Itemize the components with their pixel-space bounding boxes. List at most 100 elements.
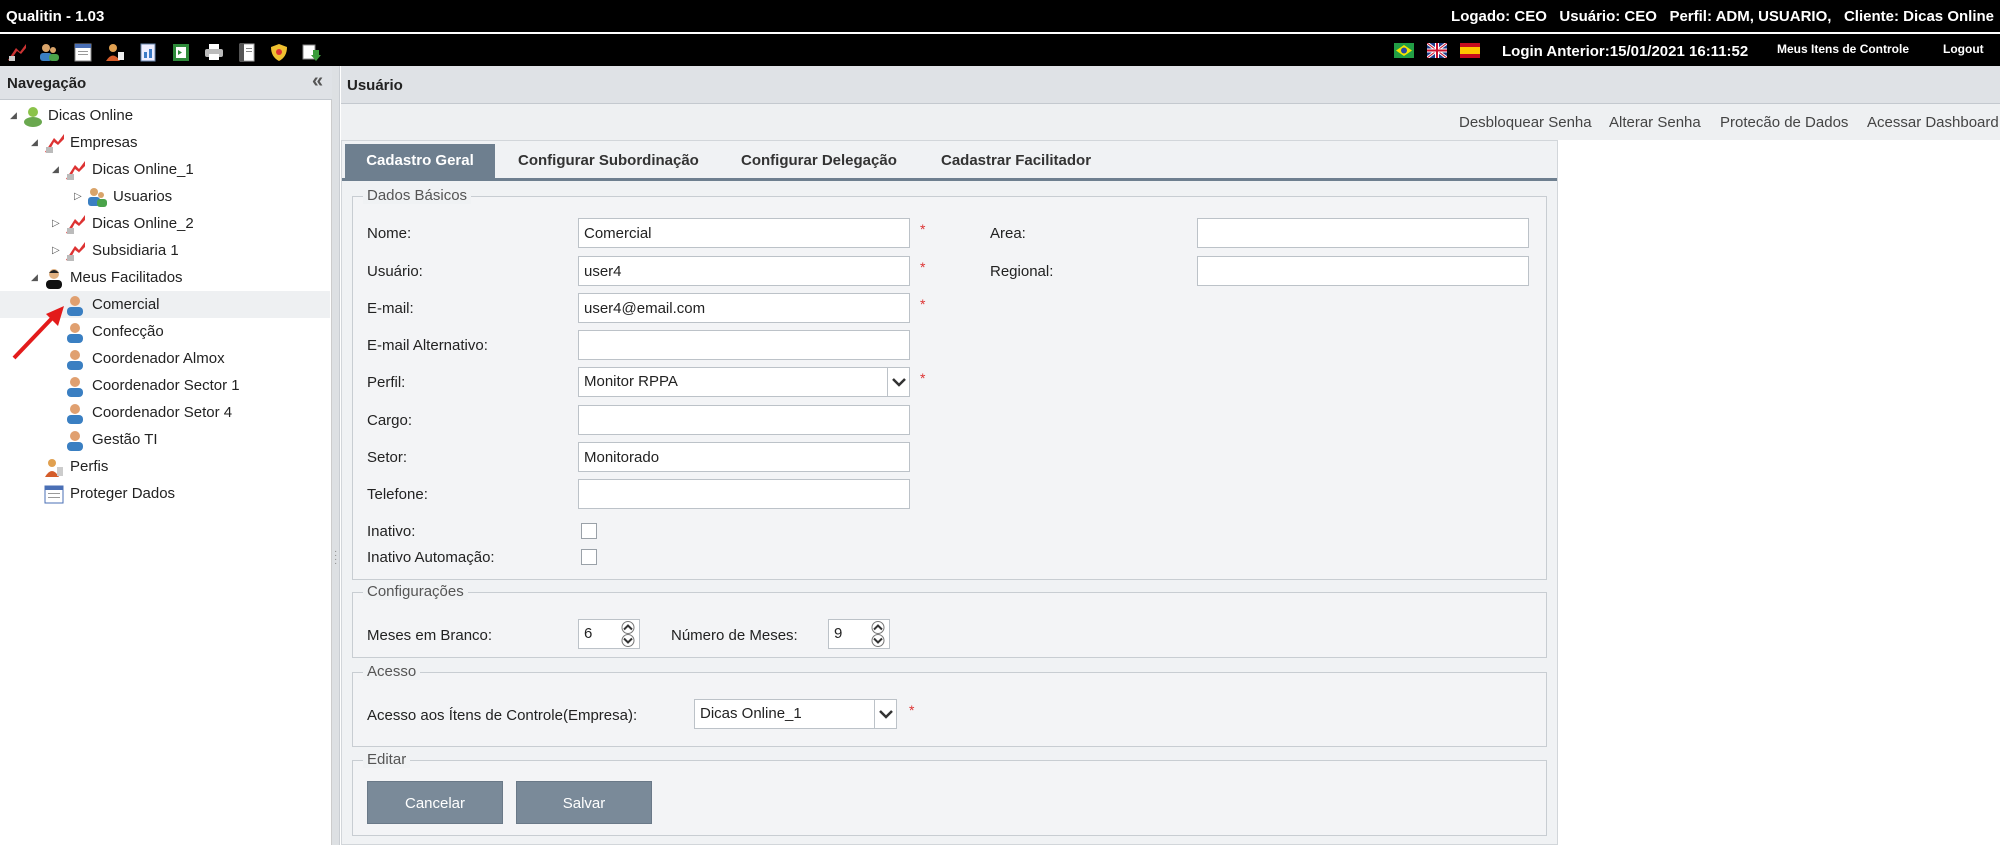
- regional-label: Regional:: [990, 263, 1054, 280]
- tab-configurar-subordinacao[interactable]: Configurar Subordinação: [518, 144, 699, 178]
- setor-field[interactable]: [578, 442, 910, 472]
- collapse-arrow-icon[interactable]: ◢: [31, 129, 38, 156]
- cliente-value: Dicas Online: [1903, 8, 1994, 25]
- inativo-automacao-checkbox[interactable]: [581, 549, 597, 565]
- tab-cadastrar-facilitador[interactable]: Cadastrar Facilitador: [941, 144, 1091, 178]
- save-button[interactable]: Salvar: [516, 781, 652, 824]
- tree-label: Coordenador Sector 1: [92, 377, 240, 394]
- telefone-field[interactable]: [578, 479, 910, 509]
- acesso-itens-select[interactable]: Dicas Online_1: [694, 699, 897, 729]
- tab-configurar-delegacao[interactable]: Configurar Delegação: [741, 144, 897, 178]
- manual-icon[interactable]: [236, 42, 258, 62]
- panel-splitter[interactable]: · · · ·: [332, 66, 340, 845]
- acessar-dashboard-link[interactable]: Acessar Dashboard: [1867, 114, 1999, 131]
- alterar-senha-link[interactable]: Alterar Senha: [1609, 114, 1701, 131]
- profiles-icon: [45, 459, 63, 477]
- expand-arrow-icon[interactable]: ▷: [52, 210, 60, 237]
- fieldset-editar: Editar Cancelar Salvar: [352, 751, 1547, 836]
- tab-cadastro-geral[interactable]: Cadastro Geral: [345, 144, 495, 178]
- companies-icon[interactable]: [6, 42, 28, 62]
- tree-label: Confecção: [92, 323, 164, 340]
- legend-dados-basicos: Dados Básicos: [363, 187, 472, 204]
- print-icon[interactable]: [203, 42, 225, 62]
- tree-node-dicas-online-2[interactable]: ▷ Dicas Online_2: [0, 210, 330, 237]
- company-icon: [66, 161, 85, 180]
- tree-node-usuarios[interactable]: ▷ Usuarios: [0, 183, 330, 210]
- usuario-label: Usuário:: [1559, 8, 1621, 25]
- meses-branco-stepper[interactable]: 6: [578, 619, 640, 649]
- expand-arrow-icon[interactable]: ▷: [52, 237, 60, 264]
- stepper-buttons[interactable]: [617, 620, 639, 648]
- inativo-checkbox[interactable]: [581, 523, 597, 539]
- fieldset-configuracoes: Configurações Meses em Branco: 6 Número …: [352, 583, 1547, 658]
- tree-node-proteger-dados[interactable]: Proteger Dados: [0, 480, 330, 507]
- tree-label: Coordenador Setor 4: [92, 404, 233, 421]
- area-label: Area:: [990, 225, 1026, 242]
- stepper-buttons[interactable]: [867, 620, 889, 648]
- navigation-panel: Navegação « ◢ Dicas Online ◢ Empresas ◢ …: [0, 66, 332, 845]
- protecao-dados-link[interactable]: Protecão de Dados: [1720, 114, 1848, 131]
- tab-strip: Cadastro Geral Configurar Subordinação C…: [342, 141, 1557, 181]
- users-icon[interactable]: [38, 42, 60, 62]
- collapse-arrow-icon[interactable]: ◢: [31, 264, 38, 291]
- regional-field[interactable]: [1197, 256, 1529, 286]
- tree-node-meus-facilitados[interactable]: ◢ Meus Facilitados: [0, 264, 330, 291]
- usuario-field[interactable]: [578, 256, 910, 286]
- legend-configuracoes: Configurações: [363, 583, 468, 600]
- collapse-icon[interactable]: «: [312, 70, 323, 93]
- spain-flag-icon[interactable]: [1460, 43, 1480, 58]
- cancel-button[interactable]: Cancelar: [367, 781, 503, 824]
- splitter-grip-icon[interactable]: · · · ·: [334, 547, 337, 569]
- collapse-arrow-icon[interactable]: ◢: [52, 156, 59, 183]
- usuario-value: CEO: [1624, 8, 1657, 25]
- red-arrow-annotation: [12, 306, 64, 360]
- tree-label: Proteger Dados: [70, 485, 176, 502]
- setor-label: Setor:: [367, 449, 408, 466]
- tree-node-dicas-online[interactable]: ◢ Dicas Online: [0, 102, 330, 129]
- tree-label: Gestão TI: [92, 431, 158, 448]
- numero-meses-stepper[interactable]: 9: [828, 619, 890, 649]
- tree-node-subsidiaria-1[interactable]: ▷ Subsidiaria 1: [0, 237, 330, 264]
- email-alternativo-field[interactable]: [578, 330, 910, 360]
- tree-node-gestao-ti[interactable]: Gestão TI: [0, 426, 330, 453]
- required-marker: *: [920, 370, 926, 386]
- area-field[interactable]: [1197, 218, 1529, 248]
- calendar-icon[interactable]: [72, 42, 94, 62]
- tree-node-coordenador-sector-1[interactable]: Coordenador Sector 1: [0, 372, 330, 399]
- tree-label: Meus Facilitados: [70, 269, 183, 286]
- logado-value: CEO: [1514, 8, 1547, 25]
- nome-field[interactable]: [578, 218, 910, 248]
- tree-node-perfis[interactable]: Perfis: [0, 453, 330, 480]
- tree-node-dicas-online-1[interactable]: ◢ Dicas Online_1: [0, 156, 330, 183]
- download-icon[interactable]: [300, 42, 322, 62]
- tree-node-coordenador-setor-4[interactable]: Coordenador Setor 4: [0, 399, 330, 426]
- email-field[interactable]: [578, 293, 910, 323]
- chevron-down-icon[interactable]: [874, 700, 896, 728]
- cargo-field[interactable]: [578, 405, 910, 435]
- expand-arrow-icon[interactable]: ▷: [74, 183, 82, 210]
- login-anterior-label: Login Anterior:: [1502, 43, 1610, 60]
- meus-itens-link[interactable]: Meus Itens de Controle: [1777, 42, 1909, 56]
- tree-label: Subsidiaria 1: [92, 242, 179, 259]
- email-label: E-mail:: [367, 300, 414, 317]
- collapse-arrow-icon[interactable]: ◢: [10, 102, 17, 129]
- brazil-flag-icon[interactable]: [1394, 43, 1414, 58]
- perfil-select[interactable]: Monitor RPPA: [578, 367, 910, 397]
- chevron-down-icon[interactable]: [887, 368, 909, 396]
- tree-label: Dicas Online: [48, 107, 134, 124]
- export-icon[interactable]: [170, 42, 192, 62]
- tree-label: Dicas Online_1: [92, 161, 194, 178]
- reports-icon[interactable]: [137, 42, 159, 62]
- desbloquear-senha-link[interactable]: Desbloquear Senha: [1459, 114, 1592, 131]
- logout-link[interactable]: Logout: [1943, 42, 1984, 56]
- uk-flag-icon[interactable]: [1427, 43, 1447, 58]
- security-icon[interactable]: [268, 42, 290, 62]
- tree-node-empresas[interactable]: ◢ Empresas: [0, 129, 330, 156]
- session-info: Logado: CEO Usuário: CEO Perfil: ADM, US…: [1451, 8, 1994, 25]
- usuario-label: Usuário:: [367, 263, 423, 280]
- acesso-itens-label: Acesso aos Ítens de Controle(Empresa):: [367, 707, 638, 724]
- action-bar: Desbloquear Senha Alterar Senha Protecão…: [341, 104, 2000, 140]
- required-marker: *: [920, 221, 926, 237]
- profiles-icon[interactable]: [104, 42, 126, 62]
- companies-icon: [45, 134, 64, 153]
